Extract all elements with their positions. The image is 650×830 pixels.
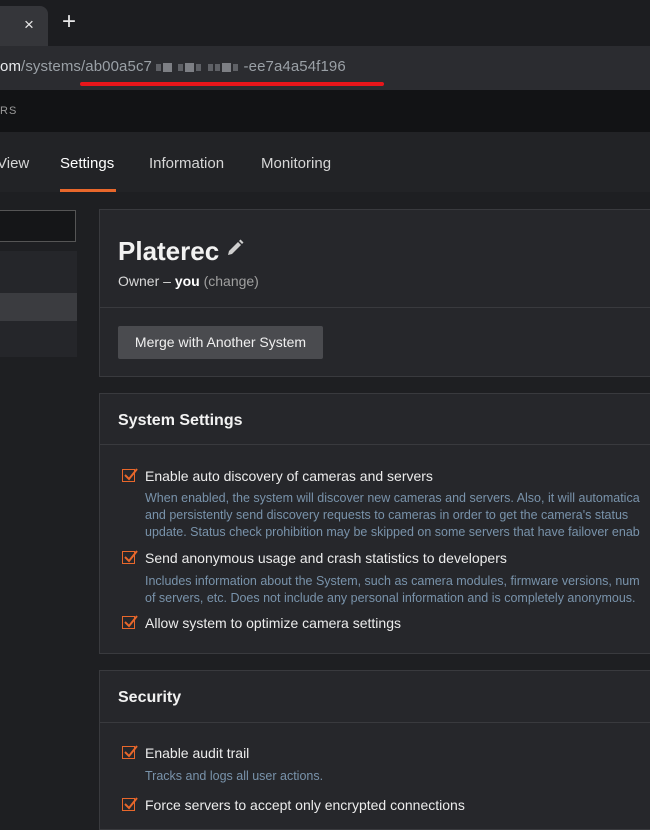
sidebar-item[interactable] bbox=[0, 251, 77, 293]
checkbox-checked-icon[interactable] bbox=[122, 550, 138, 564]
tab-view[interactable]: View bbox=[0, 155, 29, 172]
system-search-input[interactable] bbox=[0, 210, 76, 242]
system-settings-card: System Settings Enable auto discovery of… bbox=[99, 393, 650, 654]
security-title: Security bbox=[118, 689, 182, 706]
header-crumb[interactable]: RS bbox=[0, 105, 17, 117]
option-label: Enable audit trail bbox=[145, 745, 250, 761]
option-label: Allow system to optimize camera settings bbox=[145, 615, 401, 631]
checkbox-checked-icon[interactable] bbox=[122, 797, 138, 811]
option-description: update. Status check prohibition may be … bbox=[145, 525, 640, 539]
system-info-card: Platerec Owner – you (change) Merge with… bbox=[99, 209, 650, 377]
owner-line: Owner – you (change) bbox=[118, 273, 259, 289]
owner-prefix: Owner – bbox=[118, 273, 175, 289]
sidebar-item[interactable] bbox=[0, 321, 77, 357]
active-tab-indicator bbox=[60, 189, 116, 192]
tab-monitoring[interactable]: Monitoring bbox=[261, 155, 331, 172]
card-divider bbox=[100, 722, 650, 723]
new-tab-icon[interactable]: + bbox=[62, 10, 76, 34]
app-header bbox=[0, 90, 650, 132]
option-label: Enable auto discovery of cameras and ser… bbox=[145, 468, 433, 484]
url-path-suffix: -ee7a4a54f196 bbox=[243, 58, 346, 75]
system-name: Platerec bbox=[118, 236, 220, 266]
tab-information[interactable]: Information bbox=[149, 155, 224, 172]
security-card: Security Enable audit trail Tracks and l… bbox=[99, 670, 650, 830]
url-path-prefix: /systems/ab00a5c7 bbox=[21, 58, 152, 75]
url-host: om bbox=[0, 58, 22, 75]
merge-system-button[interactable]: Merge with Another System bbox=[118, 326, 323, 359]
option-label: Send anonymous usage and crash statistic… bbox=[145, 550, 507, 566]
option-description: of servers, etc. Does not include any pe… bbox=[145, 591, 636, 605]
card-divider bbox=[100, 307, 650, 308]
browser-tab[interactable]: × bbox=[0, 6, 48, 46]
option-description: Tracks and logs all user actions. bbox=[145, 769, 324, 783]
system-settings-title: System Settings bbox=[118, 412, 243, 429]
edit-pencil-icon[interactable] bbox=[226, 239, 244, 257]
annotation-underline bbox=[80, 82, 384, 86]
option-description: and persistently send discovery requests… bbox=[145, 508, 629, 522]
checkbox-checked-icon[interactable] bbox=[122, 468, 138, 482]
tab-close-icon[interactable]: × bbox=[24, 15, 34, 35]
checkbox-checked-icon[interactable] bbox=[122, 745, 138, 759]
option-label: Force servers to accept only encrypted c… bbox=[145, 797, 465, 813]
url-text[interactable]: om/systems/ab00a5c7 -ee7a4a54f196 bbox=[0, 58, 346, 76]
redacted-url-segment bbox=[155, 59, 240, 76]
owner-name: you bbox=[174, 273, 200, 289]
card-divider bbox=[100, 444, 650, 445]
sidebar-item-selected[interactable] bbox=[0, 293, 77, 321]
tab-settings[interactable]: Settings bbox=[60, 155, 114, 172]
option-description: Includes information about the System, s… bbox=[145, 574, 640, 588]
checkbox-checked-icon[interactable] bbox=[122, 615, 138, 629]
browser-tab-strip bbox=[0, 0, 650, 46]
change-owner-link[interactable]: (change) bbox=[204, 273, 259, 289]
option-description: When enabled, the system will discover n… bbox=[145, 491, 640, 505]
